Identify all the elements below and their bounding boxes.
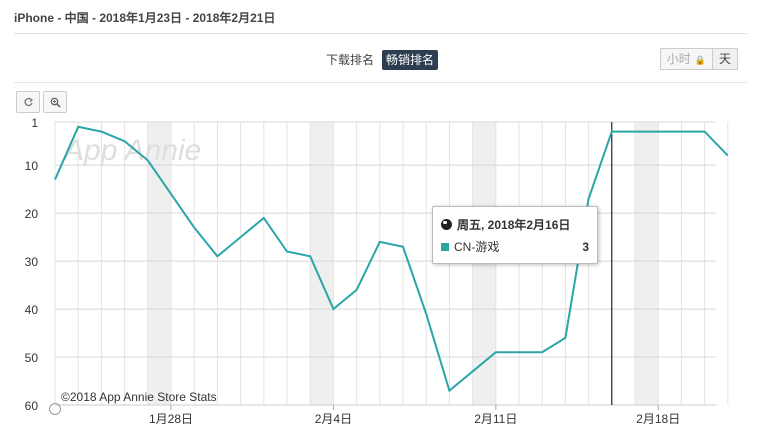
info-icon [49,403,61,415]
data-point[interactable] [331,307,336,312]
data-point[interactable] [633,129,638,134]
data-point[interactable] [493,350,498,355]
credit-text: ©2018 App Annie Store Stats [61,390,217,404]
series-swatch [441,242,449,251]
tooltip-series: CN-游戏 [454,240,500,254]
data-point[interactable] [169,191,174,196]
data-point[interactable] [145,158,150,163]
x-tick-label: 2月18日 [636,412,680,426]
chart-tooltip: 周五, 2018年2月16日 CN-游戏 3 [432,206,598,264]
data-point[interactable] [586,196,591,201]
data-point[interactable] [517,350,522,355]
data-point[interactable] [447,388,452,393]
data-point[interactable] [424,311,429,316]
y-tick-label: 1 [31,116,38,130]
y-tick-label: 30 [25,255,39,269]
data-point[interactable] [53,177,58,182]
data-point[interactable] [377,239,382,244]
data-point[interactable] [261,215,266,220]
data-point[interactable] [540,350,545,355]
data-point[interactable] [725,153,730,158]
data-point[interactable] [609,129,614,134]
data-point[interactable] [308,254,313,259]
data-point[interactable] [192,225,197,230]
x-tick-label: 1月28日 [149,412,193,426]
x-tick-label: 2月11日 [474,412,517,426]
rank-chart[interactable]: App Annie 1 10 20 30 40 50 60 1月28日 2月4日 2月11日 2月… [0,0,761,432]
x-tick-label: 2月4日 [315,412,352,426]
data-point[interactable] [401,244,406,249]
data-point[interactable] [702,129,707,134]
globe-icon [441,219,452,230]
data-point[interactable] [656,129,661,134]
y-tick-label: 50 [25,351,39,365]
y-tick-label: 10 [25,159,39,173]
tooltip-value: 3 [582,239,589,254]
data-point[interactable] [679,129,684,134]
data-point[interactable] [99,129,104,134]
data-point[interactable] [470,369,475,374]
data-point[interactable] [122,139,127,144]
data-point[interactable] [238,235,243,240]
data-point[interactable] [76,124,81,129]
weekend-band [635,122,659,405]
y-tick-label: 20 [25,207,39,221]
data-point[interactable] [215,254,220,259]
watermark: App Annie [62,134,201,167]
data-point[interactable] [563,335,568,340]
y-tick-label: 60 [25,399,39,413]
tooltip-date: 周五, 2018年2月16日 [457,218,571,232]
y-tick-label: 40 [25,303,39,317]
data-point[interactable] [285,249,290,254]
data-point[interactable] [354,287,359,292]
